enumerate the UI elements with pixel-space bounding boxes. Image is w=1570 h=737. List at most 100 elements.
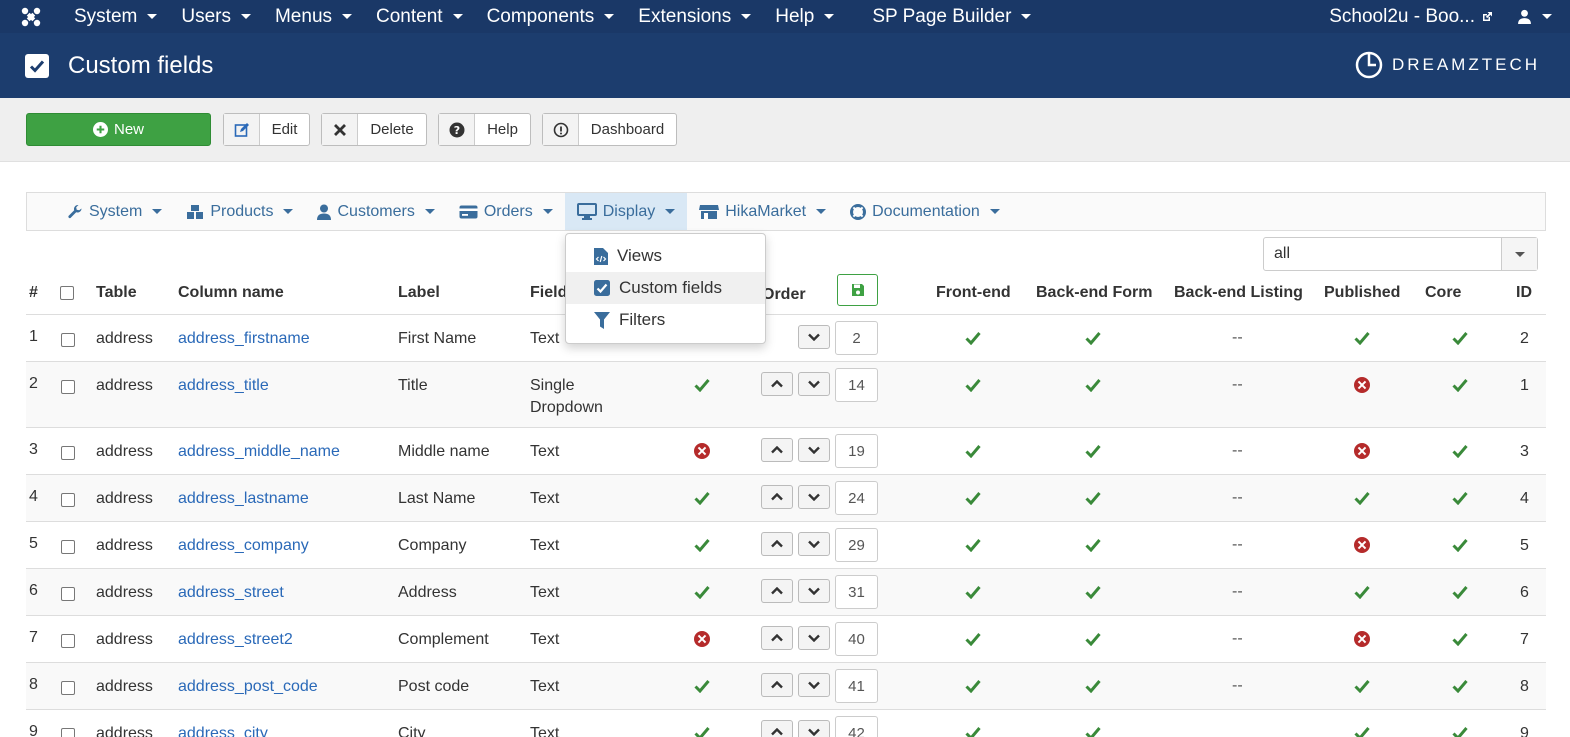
move-down-button[interactable]	[798, 438, 830, 462]
dropdown-item-custom-fields[interactable]: Custom fields	[566, 272, 765, 304]
save-order-button[interactable]	[837, 274, 878, 306]
subnav-display[interactable]: Display	[564, 193, 688, 230]
row-checkbox[interactable]	[61, 728, 75, 737]
move-down-button[interactable]	[798, 532, 830, 556]
dropdown-item-filters[interactable]: Filters	[566, 304, 765, 336]
check-icon[interactable]	[965, 538, 981, 552]
row-checkbox[interactable]	[61, 540, 75, 554]
column-name-link[interactable]: address_title	[178, 375, 269, 397]
joomla-logo-icon[interactable]	[0, 6, 62, 28]
unpublished-icon[interactable]	[1354, 443, 1370, 459]
check-icon[interactable]	[1354, 585, 1370, 599]
disabled-icon[interactable]	[694, 631, 710, 647]
subnav-customers[interactable]: Customers	[305, 193, 446, 230]
column-name-link[interactable]: address_lastname	[178, 488, 309, 510]
column-name-link[interactable]: address_middle_name	[178, 441, 340, 463]
move-down-button[interactable]	[798, 485, 830, 509]
topnav-extensions[interactable]: Extensions	[626, 6, 763, 28]
check-icon[interactable]	[965, 726, 981, 737]
check-icon[interactable]	[965, 585, 981, 599]
move-up-button[interactable]	[761, 720, 793, 737]
check-icon[interactable]	[1085, 491, 1101, 505]
topnav-help[interactable]: Help	[763, 6, 846, 28]
column-header-back-end-listing[interactable]: Back-end Listing	[1174, 272, 1303, 314]
subnav-orders[interactable]: Orders	[447, 193, 565, 230]
column-header-core[interactable]: Core	[1425, 272, 1461, 314]
order-input[interactable]: 2	[835, 321, 878, 355]
order-input[interactable]: 19	[835, 434, 878, 468]
subnav-hikamarket[interactable]: HikaMarket	[687, 193, 838, 230]
order-input[interactable]: 41	[835, 669, 878, 703]
column-header-back-end-form[interactable]: Back-end Form	[1036, 272, 1152, 314]
move-down-button[interactable]	[798, 626, 830, 650]
unpublished-icon[interactable]	[1354, 631, 1370, 647]
order-input[interactable]: 42	[835, 716, 878, 737]
move-up-button[interactable]	[761, 673, 793, 697]
check-icon[interactable]	[1354, 491, 1370, 505]
column-header-published[interactable]: Published	[1324, 272, 1400, 314]
new-button[interactable]: New	[26, 113, 211, 146]
edit-button[interactable]: Edit	[223, 113, 310, 146]
column-header-field-type[interactable]: Field	[530, 272, 567, 314]
column-header-table[interactable]: Table	[96, 272, 137, 314]
column-header-order[interactable]: Order	[762, 274, 806, 316]
column-name-link[interactable]: address_post_code	[178, 676, 318, 698]
check-icon[interactable]	[694, 726, 710, 737]
check-icon[interactable]	[965, 378, 981, 392]
check-icon[interactable]	[694, 538, 710, 552]
move-down-button[interactable]	[798, 673, 830, 697]
column-header-id[interactable]: ID	[1516, 272, 1532, 314]
topnav-users[interactable]: Users	[169, 6, 263, 28]
check-icon[interactable]	[694, 378, 710, 392]
row-checkbox[interactable]	[61, 333, 75, 347]
move-down-button[interactable]	[798, 372, 830, 396]
check-icon[interactable]	[1085, 632, 1101, 646]
check-icon[interactable]	[694, 585, 710, 599]
check-icon[interactable]	[965, 444, 981, 458]
dashboard-button[interactable]: Dashboard	[542, 113, 677, 146]
move-up-button[interactable]	[761, 485, 793, 509]
check-icon[interactable]	[1354, 679, 1370, 693]
move-up-button[interactable]	[761, 579, 793, 603]
check-icon[interactable]	[1085, 331, 1101, 345]
check-icon[interactable]	[694, 679, 710, 693]
order-input[interactable]: 24	[835, 481, 878, 515]
column-name-link[interactable]: address_street2	[178, 629, 293, 651]
order-input[interactable]: 29	[835, 528, 878, 562]
move-up-button[interactable]	[761, 532, 793, 556]
move-down-button[interactable]	[798, 720, 830, 737]
row-checkbox[interactable]	[61, 587, 75, 601]
check-icon[interactable]	[1354, 331, 1370, 345]
move-up-button[interactable]	[761, 626, 793, 650]
dropdown-item-views[interactable]: Views	[566, 240, 765, 272]
disabled-icon[interactable]	[694, 443, 710, 459]
row-checkbox[interactable]	[61, 380, 75, 394]
subnav-documentation[interactable]: Documentation	[838, 193, 1012, 230]
row-checkbox[interactable]	[61, 681, 75, 695]
check-icon[interactable]	[965, 679, 981, 693]
column-name-link[interactable]: address_city	[178, 723, 268, 737]
check-icon[interactable]	[1085, 679, 1101, 693]
column-name-link[interactable]: address_company	[178, 535, 309, 557]
row-checkbox[interactable]	[61, 446, 75, 460]
check-icon[interactable]	[965, 491, 981, 505]
column-header-front-end[interactable]: Front-end	[936, 272, 1011, 314]
unpublished-icon[interactable]	[1354, 377, 1370, 393]
column-name-link[interactable]: address_firstname	[178, 328, 310, 350]
topnav-system[interactable]: System	[62, 6, 169, 28]
topnav-site-link[interactable]: School2u - Boo...	[1317, 6, 1505, 28]
check-icon[interactable]	[965, 331, 981, 345]
help-button[interactable]: ? Help	[438, 113, 531, 146]
check-icon[interactable]	[1085, 538, 1101, 552]
topnav-components[interactable]: Components	[475, 6, 627, 28]
move-down-button[interactable]	[798, 579, 830, 603]
field-filter-select[interactable]: all	[1263, 237, 1538, 271]
check-icon[interactable]	[1085, 444, 1101, 458]
topnav-menus[interactable]: Menus	[263, 6, 364, 28]
topnav-content[interactable]: Content	[364, 6, 475, 28]
subnav-products[interactable]: Products	[174, 193, 305, 230]
column-name-link[interactable]: address_street	[178, 582, 284, 604]
subnav-system[interactable]: System	[55, 193, 174, 230]
column-header-label[interactable]: Label	[398, 272, 440, 314]
check-icon[interactable]	[1085, 726, 1101, 737]
